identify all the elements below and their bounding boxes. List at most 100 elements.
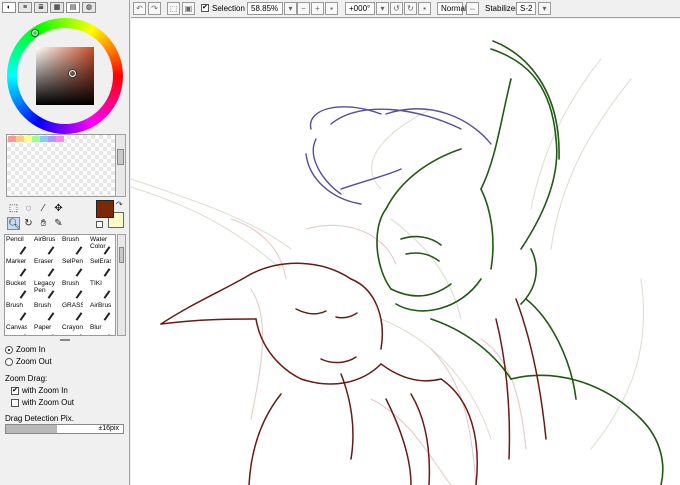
brush-slot-label: AirBrush	[34, 236, 55, 243]
palette-swatch[interactable]	[24, 136, 32, 142]
brush-slot[interactable]: SelPen	[61, 257, 83, 279]
left-tool-panel: ◐ ≡ ≣ ▦ ▤ ◍ ⬚◌⁄✥ 🔍︎↻✋︎✎ ↷ Pencil AirBrush B…	[0, 0, 130, 485]
swatch-palette[interactable]	[6, 134, 118, 197]
swatch-grid-tab-icon[interactable]: ▦	[50, 2, 64, 13]
zoom-drag-heading: Zoom Drag:	[5, 374, 48, 383]
zoom-out-icon[interactable]: −	[297, 2, 310, 15]
scratchpad-tab-icon[interactable]: ▤	[66, 2, 80, 13]
brush-slot[interactable]: Brush	[5, 301, 27, 323]
drawing-canvas[interactable]	[131, 19, 680, 485]
with-zoom-out-label: with Zoom Out	[22, 398, 75, 407]
hue-picker-marker[interactable]	[32, 30, 38, 36]
brush-slot[interactable]: Bucket	[5, 279, 27, 301]
rotate-left-icon[interactable]: ↺	[390, 2, 403, 15]
brush-slot[interactable]: GRASS	[61, 301, 83, 323]
brush-slot[interactable]: AirBrush	[33, 235, 55, 257]
brush-stroke-icon	[19, 334, 27, 335]
panel-splitter-handle[interactable]	[60, 339, 70, 341]
brush-slot[interactable]: Canvas	[5, 323, 27, 335]
faint-sketch-lines	[131, 58, 645, 450]
brush-tool-list: Pencil AirBrush Brush Water Color Marker Eras…	[4, 234, 116, 336]
reset-colors-icon[interactable]	[96, 221, 103, 228]
brush-stroke-icon	[75, 246, 83, 255]
with-zoom-in-label: with Zoom In	[22, 386, 68, 395]
brush-stroke-icon	[47, 334, 55, 335]
rotate-icon[interactable]: ↻	[22, 217, 35, 230]
select-rect-icon[interactable]: ⬚	[7, 202, 20, 215]
zoom-in-radio[interactable]	[5, 345, 13, 354]
eyedropper-icon[interactable]: ✎	[52, 217, 65, 230]
color-wheel-tab-icon[interactable]: ◐	[2, 2, 16, 13]
zoom-in-label: Zoom In	[16, 345, 46, 354]
brush-slot[interactable]: Blur	[89, 323, 111, 335]
brush-slot-label: Canvas	[6, 324, 27, 331]
palette-swatch[interactable]	[16, 136, 24, 142]
brush-scroll-thumb[interactable]	[119, 247, 124, 263]
zoom-reset-icon[interactable]: ▪	[325, 2, 338, 15]
with-zoom-out-option[interactable]: with Zoom Out	[11, 397, 74, 408]
with-zoom-out-checkbox[interactable]	[11, 398, 19, 407]
color-mixer-tab-icon[interactable]: ◍	[82, 2, 96, 13]
zoom-out-radio[interactable]	[5, 357, 13, 366]
zoom-dropdown-icon[interactable]: ▾	[284, 2, 297, 15]
swatch-scrollbar[interactable]	[115, 134, 126, 197]
invert-selection-icon[interactable]: ▣	[182, 2, 195, 15]
lasso-icon[interactable]: ◌	[22, 202, 35, 215]
stabilizer-dropdown-icon[interactable]: ▾	[538, 2, 551, 15]
brush-slot[interactable]: Brush	[61, 235, 83, 257]
brush-slot[interactable]: Brush	[61, 279, 83, 301]
flip-horizontal-icon[interactable]: ⇔	[466, 2, 479, 15]
rotation-dropdown-icon[interactable]: ▾	[376, 2, 389, 15]
brush-stroke-icon	[19, 246, 27, 255]
rotation-field[interactable]: +000°	[345, 2, 375, 15]
brush-stroke-icon	[103, 334, 111, 335]
palette-swatch[interactable]	[56, 136, 64, 142]
rotate-right-icon[interactable]: ↻	[404, 2, 417, 15]
brush-slot[interactable]: Brush	[33, 301, 55, 323]
zoom-out-option[interactable]: Zoom Out	[5, 356, 52, 367]
brush-slot[interactable]: Eraser	[33, 257, 55, 279]
brush-slot[interactable]: Water Color	[89, 235, 111, 257]
brush-slot[interactable]: Crayon	[61, 323, 83, 335]
hand-icon[interactable]: ✋︎	[37, 217, 50, 230]
foreground-color-swatch[interactable]	[96, 200, 114, 218]
color-wheel[interactable]	[7, 18, 123, 134]
brush-slot[interactable]: Pencil	[5, 235, 27, 257]
swap-colors-icon[interactable]: ↷	[116, 200, 123, 209]
brush-slot[interactable]: Marker	[5, 257, 27, 279]
hsv-sliders-tab-icon[interactable]: ≣	[34, 2, 48, 13]
brush-stroke-icon	[19, 268, 27, 277]
rotation-reset-icon[interactable]: ▪	[418, 2, 431, 15]
palette-swatch[interactable]	[48, 136, 56, 142]
swatch-scroll-thumb[interactable]	[117, 149, 124, 165]
selection-checkbox[interactable]: ✔	[201, 4, 209, 12]
stabilizer-label: Stabilizer	[485, 4, 518, 13]
with-zoom-in-option[interactable]: ✔ with Zoom In	[11, 385, 68, 396]
magic-wand-icon[interactable]: ⁄	[37, 202, 50, 215]
palette-swatch[interactable]	[40, 136, 48, 142]
sv-picker-marker[interactable]	[69, 70, 76, 77]
brush-slot[interactable]: TIKI	[89, 279, 111, 301]
redo-icon[interactable]: ↷	[148, 2, 161, 15]
brush-slot[interactable]: Paper	[33, 323, 55, 335]
with-zoom-in-checkbox[interactable]: ✔	[11, 386, 19, 395]
zoom-in-option[interactable]: Zoom In	[5, 344, 45, 355]
zoom-field[interactable]: 58.85%	[247, 2, 283, 15]
blend-mode-field[interactable]: Normal	[437, 2, 467, 15]
zoom-in-icon[interactable]: +	[311, 2, 324, 15]
palette-swatch[interactable]	[32, 136, 40, 142]
brush-slot[interactable]: Legacy Pen	[33, 279, 55, 301]
rgb-sliders-tab-icon[interactable]: ≡	[18, 2, 32, 13]
drag-detection-slider[interactable]: ±16pix	[5, 424, 124, 434]
saturation-value-square[interactable]	[36, 47, 94, 105]
brush-slot[interactable]: SelEras	[89, 257, 111, 279]
undo-icon[interactable]: ↶	[133, 2, 146, 15]
palette-swatch[interactable]	[8, 136, 16, 142]
deselect-icon[interactable]: ⬚	[167, 2, 180, 15]
move-icon[interactable]: ✥	[52, 202, 65, 215]
brush-slot[interactable]: AirBrush	[89, 301, 111, 323]
brush-slot-label: Marker	[6, 258, 27, 265]
brush-list-scrollbar[interactable]	[117, 234, 126, 336]
stabilizer-field[interactable]: S-2	[516, 2, 536, 15]
zoom-icon[interactable]: 🔍︎	[7, 217, 21, 230]
